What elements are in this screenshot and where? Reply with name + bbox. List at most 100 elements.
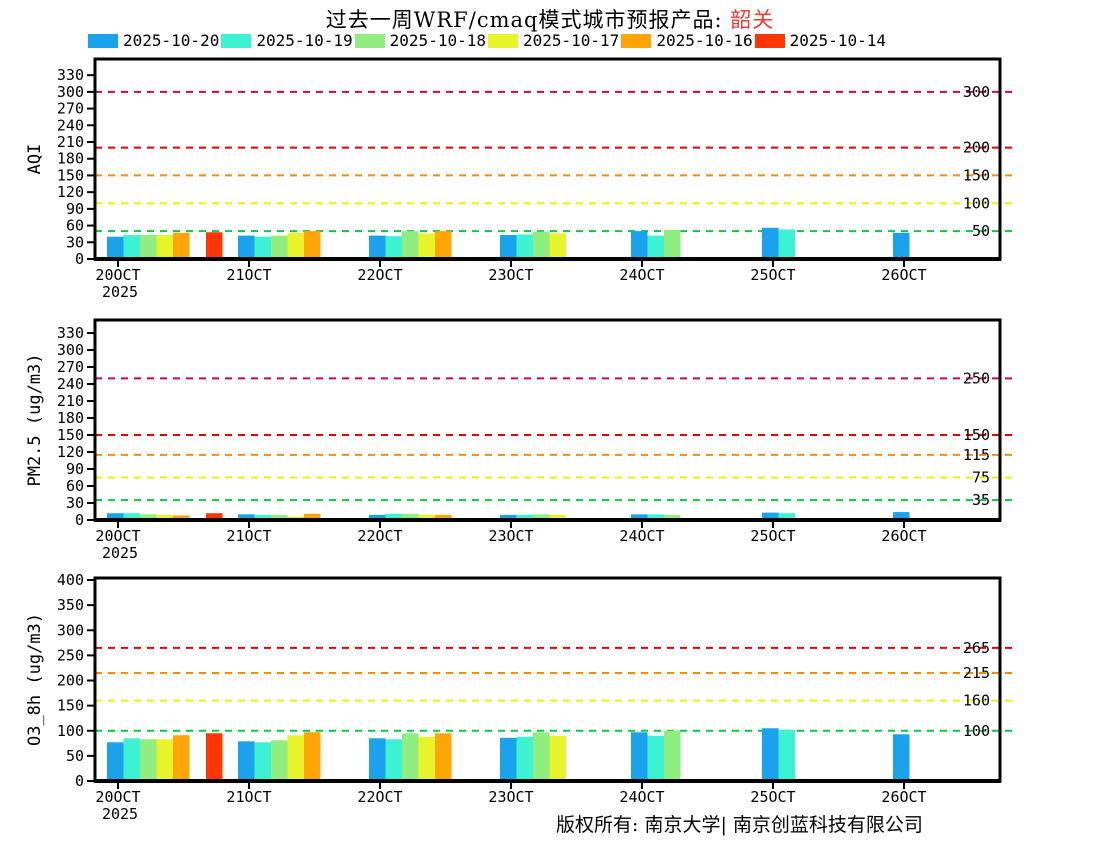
threshold-label: 150	[963, 426, 990, 444]
y-tick-label: 120	[57, 183, 84, 201]
x-year-label: 2025	[102, 544, 138, 562]
x-tick-label: 21OCT	[226, 266, 271, 284]
bar-2025-10-19	[779, 229, 796, 259]
x-tick-label: 20OCT	[95, 788, 140, 806]
bar-2025-10-16	[435, 733, 452, 781]
bar-2025-10-17	[419, 233, 436, 259]
y-tick-label: 350	[57, 596, 84, 614]
y-tick-label: 0	[75, 772, 84, 790]
y-axis-title: AQI	[25, 144, 45, 175]
bar-2025-10-17	[288, 735, 305, 781]
x-tick-label: 24OCT	[619, 266, 664, 284]
bar-2025-10-16	[173, 735, 190, 781]
x-tick-label: 23OCT	[488, 788, 533, 806]
bar-2025-10-18	[664, 731, 681, 781]
plot-border	[95, 59, 1000, 259]
bar-2025-10-19	[124, 235, 141, 259]
bar-2025-10-19	[124, 738, 141, 781]
bar-2025-10-20	[893, 233, 910, 259]
x-tick-label: 26OCT	[881, 527, 926, 545]
x-tick-label: 23OCT	[488, 266, 533, 284]
bar-2025-10-19	[648, 736, 665, 781]
bar-2025-10-20	[631, 732, 648, 781]
x-tick-label: 26OCT	[881, 266, 926, 284]
bar-2025-10-16	[435, 231, 452, 259]
y-tick-label: 240	[57, 116, 84, 134]
bar-2025-10-19	[386, 236, 403, 259]
x-tick-label: 22OCT	[357, 266, 402, 284]
x-tick-label: 24OCT	[619, 788, 664, 806]
y-tick-label: 90	[66, 460, 84, 478]
plot-border	[95, 320, 1000, 520]
y-tick-label: 150	[57, 166, 84, 184]
y-tick-label: 300	[57, 341, 84, 359]
x-tick-label: 23OCT	[488, 527, 533, 545]
bar-2025-10-18	[533, 732, 550, 781]
y-tick-label: 0	[75, 250, 84, 268]
bar-2025-10-16	[173, 233, 190, 259]
bar-2025-10-20	[107, 742, 124, 781]
y-tick-label: 330	[57, 324, 84, 342]
bar-2025-10-19	[517, 234, 534, 259]
y-tick-label: 60	[66, 217, 84, 235]
bar-2025-10-20	[631, 231, 648, 259]
x-tick-label: 20OCT	[95, 527, 140, 545]
bar-2025-10-14	[206, 232, 223, 259]
y-tick-label: 300	[57, 83, 84, 101]
y-tick-label: 150	[57, 697, 84, 715]
y-tick-label: 270	[57, 100, 84, 118]
bar-2025-10-17	[157, 739, 174, 781]
x-tick-label: 21OCT	[226, 527, 271, 545]
x-tick-label: 26OCT	[881, 788, 926, 806]
y-tick-label: 60	[66, 477, 84, 495]
bar-2025-10-18	[402, 231, 419, 259]
threshold-label: 200	[963, 139, 990, 157]
x-tick-label: 24OCT	[619, 527, 664, 545]
bar-2025-10-19	[779, 730, 796, 781]
y-tick-label: 300	[57, 621, 84, 639]
threshold-label: 100	[963, 722, 990, 740]
bar-2025-10-17	[550, 736, 567, 781]
bar-2025-10-17	[288, 233, 305, 259]
threshold-label: 100	[963, 194, 990, 212]
chart-panel-pm2.5: 0306090120150180210240270300330357511515…	[25, 320, 1012, 562]
y-tick-label: 30	[66, 233, 84, 251]
threshold-label: 300	[963, 83, 990, 101]
bar-2025-10-19	[517, 737, 534, 781]
y-tick-label: 100	[57, 722, 84, 740]
x-tick-label: 22OCT	[357, 788, 402, 806]
y-tick-label: 400	[57, 571, 84, 589]
threshold-label: 150	[963, 166, 990, 184]
x-tick-label: 21OCT	[226, 788, 271, 806]
bar-2025-10-18	[271, 236, 288, 259]
bar-2025-10-18	[664, 230, 681, 259]
bar-2025-10-16	[304, 732, 321, 781]
y-tick-label: 250	[57, 646, 84, 664]
bar-2025-10-20	[500, 235, 517, 259]
bar-2025-10-19	[255, 237, 272, 259]
y-tick-label: 240	[57, 375, 84, 393]
bar-2025-10-17	[157, 235, 174, 259]
chart-panel-aqi: 0306090120150180210240270300330501001502…	[25, 59, 1012, 301]
threshold-label: 250	[963, 369, 990, 387]
bar-2025-10-20	[893, 734, 910, 781]
bar-2025-10-19	[648, 236, 665, 259]
x-year-label: 2025	[102, 805, 138, 823]
threshold-label: 50	[972, 222, 990, 240]
bar-2025-10-18	[140, 739, 157, 781]
threshold-label: 265	[963, 639, 990, 657]
threshold-label: 160	[963, 692, 990, 710]
y-tick-label: 330	[57, 66, 84, 84]
bar-2025-10-20	[369, 738, 386, 781]
x-year-label: 2025	[102, 283, 138, 301]
y-tick-label: 0	[75, 511, 84, 529]
bar-2025-10-20	[238, 741, 255, 781]
bar-2025-10-17	[550, 233, 567, 259]
bar-2025-10-20	[238, 236, 255, 259]
bar-2025-10-20	[762, 228, 779, 259]
copyright-footer: 版权所有: 南京大学| 南京创蓝科技有限公司	[556, 810, 923, 837]
chart-panel-o3_8h: 05010015020025030035040010016021526520OC…	[25, 571, 1012, 823]
y-axis-title: PM2.5 (ug/m3)	[25, 353, 45, 486]
y-tick-label: 150	[57, 426, 84, 444]
bar-2025-10-16	[304, 231, 321, 259]
